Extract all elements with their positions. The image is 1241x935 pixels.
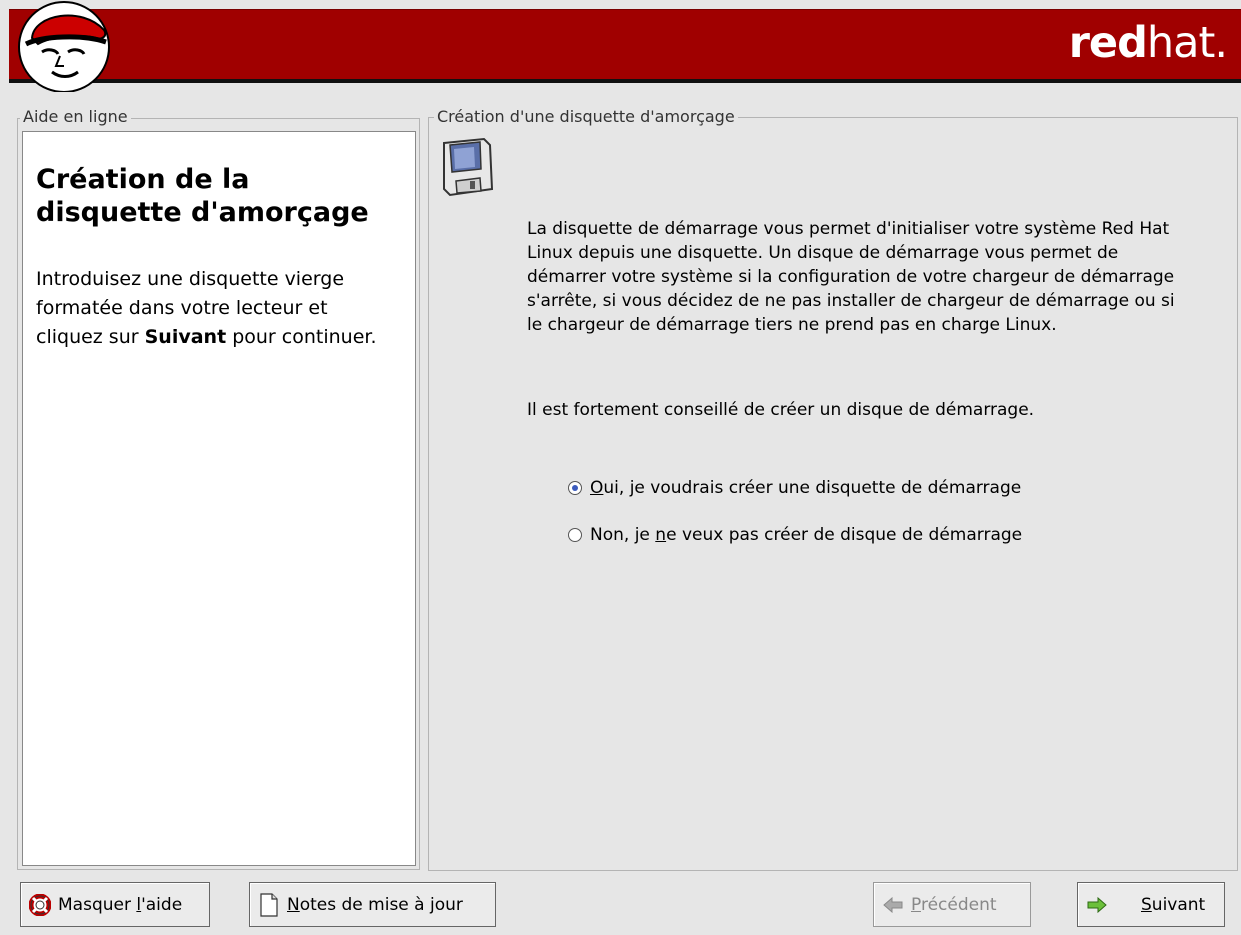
main-frame-title: Création d'une disquette d'amorçage — [434, 108, 738, 126]
help-heading: Création de la disquette d'amorçage — [36, 164, 369, 228]
hide-help-button[interactable]: Masquer l'aide — [20, 882, 210, 927]
shadowman-logo-icon — [18, 1, 110, 92]
arrow-left-icon — [881, 893, 905, 917]
release-notes-label: Notes de mise à jour — [287, 894, 463, 915]
document-icon — [257, 892, 281, 917]
hide-help-label: Masquer l'aide — [58, 894, 183, 915]
header-banner — [9, 9, 1241, 80]
release-notes-button[interactable]: Notes de mise à jour — [249, 882, 496, 927]
previous-button[interactable]: Précédent — [873, 882, 1031, 927]
option-yes-label: Oui, je voudrais créer une disquette de … — [590, 478, 1022, 498]
description-paragraph: La disquette de démarrage vous permet d'… — [527, 219, 1175, 335]
recommendation-paragraph: Il est fortement conseillé de créer un d… — [527, 400, 1035, 420]
header-divider — [9, 79, 1241, 83]
help-pane — [22, 131, 416, 866]
option-skip-boot-disk[interactable]: Non, je ne veux pas créer de disque de d… — [568, 524, 1022, 546]
radio-no[interactable] — [568, 528, 582, 542]
previous-label: Précédent — [911, 894, 997, 915]
help-text: Introduisez une disquette vierge formaté… — [36, 268, 377, 348]
next-button[interactable]: Suivant — [1077, 882, 1225, 927]
arrow-right-icon — [1085, 893, 1109, 917]
radio-yes[interactable] — [568, 481, 582, 495]
option-create-boot-disk[interactable]: Oui, je voudrais créer une disquette de … — [568, 477, 1021, 499]
lifebuoy-icon — [28, 893, 52, 917]
help-frame-title: Aide en ligne — [20, 108, 131, 126]
option-no-label: Non, je ne veux pas créer de disque de d… — [590, 525, 1023, 545]
floppy-disk-icon — [443, 137, 494, 197]
next-label: Suivant — [1141, 894, 1206, 915]
redhat-wordmark: redhat. — [1068, 18, 1228, 68]
